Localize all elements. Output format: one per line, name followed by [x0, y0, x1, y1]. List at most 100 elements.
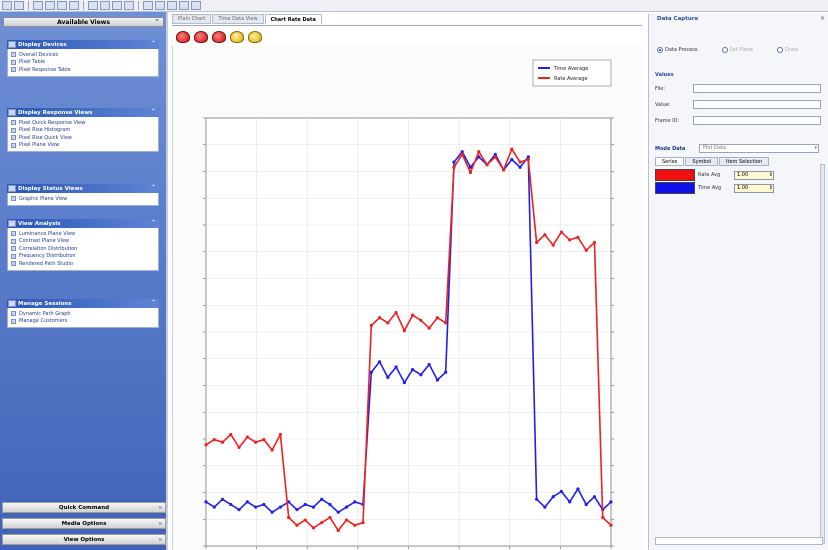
chevron-up-icon[interactable]: ⌃ [151, 299, 156, 306]
view-item[interactable]: Luminance Plane View [11, 230, 155, 238]
view-icon [11, 59, 16, 65]
series-tab[interactable]: Item Selection [719, 157, 770, 166]
chevron-icon: » [158, 504, 162, 511]
panel-switch-button[interactable]: Quick Command » [2, 502, 166, 513]
view-group-header[interactable]: Display Response Views ⌃ [7, 108, 159, 117]
data-point [543, 505, 547, 509]
series-width-stepper[interactable]: 1.00 ⇕ [734, 183, 774, 193]
views-panel-header[interactable]: Available Views ⌃ [3, 17, 164, 27]
view-item-label: Contrast Plane View [19, 238, 70, 245]
view-group: Display Response Views ⌃ Pixel Quick Respo… [7, 108, 159, 152]
series-color-swatch[interactable] [655, 169, 695, 181]
document-tab[interactable]: Time Data View [212, 14, 264, 24]
view-item-label: Frequency Distribution [19, 253, 76, 260]
view-group-header[interactable]: Display Status Views ⌃ [7, 184, 159, 193]
record3-icon[interactable] [212, 30, 226, 43]
chart-icon[interactable] [57, 1, 67, 10]
view-item[interactable]: Frequency Distribution [11, 253, 155, 261]
record-icon[interactable] [176, 30, 190, 43]
view-item[interactable]: Contrast Plane View [11, 238, 155, 246]
print-icon[interactable] [100, 1, 110, 10]
grid-icon[interactable] [112, 1, 122, 10]
view-item[interactable]: Graphic Plane View [11, 195, 155, 203]
data-point [245, 500, 249, 504]
globe-icon[interactable] [88, 1, 98, 10]
view-item[interactable]: Pixel Rise Quick View [11, 134, 155, 142]
info-icon[interactable] [191, 1, 201, 10]
data-point [303, 518, 307, 522]
edit-icon[interactable] [14, 1, 24, 10]
value-field-row: Value: [655, 100, 823, 109]
value-field-input[interactable] [693, 84, 821, 93]
key-icon[interactable] [179, 1, 189, 10]
value-field-input[interactable] [693, 116, 821, 125]
value-field-input[interactable] [693, 100, 821, 109]
view-group-header[interactable]: Manage Sessions ⌃ [7, 299, 159, 308]
save-icon[interactable] [2, 1, 12, 10]
folder-icon [8, 41, 16, 48]
key-icon[interactable] [248, 30, 262, 43]
panel-switch-button[interactable]: View Options » [2, 534, 166, 545]
value-field-row: Frame ID: [655, 116, 823, 125]
series-row[interactable]: Rate Avg 1.00 ⇕ [655, 169, 774, 181]
view-item[interactable]: Pixel Quick Response View [11, 119, 155, 127]
series-width-stepper[interactable]: 1.00 ⇕ [734, 170, 774, 180]
data-point [559, 230, 564, 234]
mode-select[interactable]: Plot Data ▾ [699, 144, 819, 153]
close-icon[interactable]: × [820, 15, 825, 22]
view-icon [11, 311, 16, 317]
record2-icon[interactable] [194, 30, 208, 43]
tool-icon[interactable] [45, 1, 55, 10]
radio-dot [657, 47, 663, 53]
series-tab[interactable]: Series [655, 157, 685, 166]
data-point [295, 508, 299, 512]
spinner-arrows-icon: ⇕ [768, 172, 773, 178]
view-group: Manage Sessions ⌃ Dynamic Path Graph Manage… [7, 299, 159, 328]
data-point [237, 508, 241, 512]
view-group-header[interactable]: View Analysis ⌃ [7, 219, 159, 228]
export-icon[interactable] [155, 1, 165, 10]
refresh-icon[interactable] [143, 1, 153, 10]
chevron-up-icon[interactable]: ⌃ [154, 18, 160, 26]
capture-mode-radio[interactable]: Set Plane [721, 47, 753, 53]
radio-label: Draw [785, 47, 799, 53]
data-point [592, 240, 597, 245]
value-field-row: File: [655, 84, 823, 93]
view-group-body: Graphic Plane View [7, 193, 159, 206]
series-color-swatch[interactable] [655, 182, 695, 194]
view-item[interactable]: Correlation Distribution [11, 245, 155, 253]
data-point [320, 497, 324, 501]
view-item[interactable]: Rendered Path Studio [11, 260, 155, 268]
view-item[interactable]: Pixel Rise Histogram [11, 127, 155, 135]
chart2-icon[interactable] [69, 1, 79, 10]
data-point [278, 505, 282, 509]
capture-mode-radios: Data Process Set Plane Draw [657, 47, 798, 53]
capture-mode-radio[interactable]: Draw [777, 47, 798, 53]
series-tab[interactable]: Symbol [685, 157, 719, 166]
view-item[interactable]: Overall Devices [11, 51, 155, 59]
series-row[interactable]: Time Avg 1.00 ⇕ [655, 182, 774, 194]
chevron-up-icon[interactable]: ⌃ [151, 219, 156, 226]
view-item[interactable]: Dynamic Path Graph [11, 310, 155, 318]
view-item[interactable]: Pixel Plane View [11, 142, 155, 150]
help-icon[interactable] [167, 1, 177, 10]
view-item[interactable]: Pixel Response Table [11, 66, 155, 74]
settings-icon[interactable] [124, 1, 134, 10]
view-group: Display Devices ⌃ Overall Devices Pixel Tab… [7, 40, 159, 77]
panel-scrollbar[interactable] [820, 164, 825, 544]
chevron-up-icon[interactable]: ⌃ [151, 184, 156, 191]
view-item[interactable]: Pixel Table [11, 59, 155, 67]
data-point [559, 489, 564, 494]
mode-row: Mode Data Plot Data ▾ [655, 144, 823, 153]
data-point [485, 163, 489, 167]
panel-switch-button[interactable]: Media Options » [2, 518, 166, 529]
chevron-up-icon[interactable]: ⌃ [151, 108, 156, 115]
lock-icon[interactable] [230, 30, 244, 43]
capture-mode-radio[interactable]: Data Process [657, 47, 698, 53]
document-tab[interactable]: Plain Chart [172, 14, 212, 24]
search-icon[interactable] [33, 1, 43, 10]
document-tab[interactable]: Chart Rate Data [264, 14, 322, 24]
view-item[interactable]: Manage Customers [11, 318, 155, 326]
view-group-header[interactable]: Display Devices ⌃ [7, 40, 159, 49]
chevron-up-icon[interactable]: ⌃ [151, 40, 156, 47]
